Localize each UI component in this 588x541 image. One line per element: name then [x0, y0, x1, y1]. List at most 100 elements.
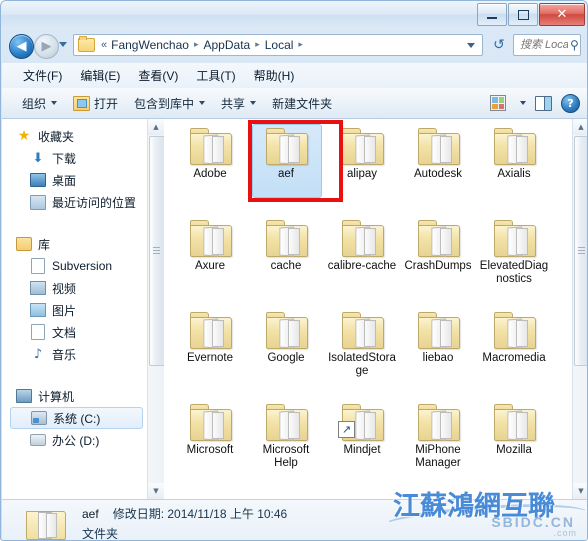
sidebar-item-pictures[interactable]: 图片 — [2, 299, 147, 321]
menu-tools[interactable]: 工具(T) — [187, 64, 244, 87]
file-item-label: calibre-cache — [327, 260, 397, 272]
file-item[interactable]: MiPhone Manager — [400, 399, 476, 491]
scrollbar-thumb[interactable] — [149, 136, 165, 366]
hard-drive-icon — [30, 432, 46, 448]
file-list-scrollbar[interactable]: ▲ ▼ — [572, 119, 587, 499]
sidebar-item-recent-places[interactable]: 最近访问的位置 — [2, 191, 147, 213]
breadcrumb-item-1[interactable]: AppData — [203, 38, 252, 52]
sidebar-label-downloads: 下载 — [52, 151, 77, 166]
breadcrumb-overflow-icon[interactable]: « — [98, 39, 110, 51]
file-item[interactable]: IsolatedStorage — [324, 307, 400, 399]
sidebar-item-favorites[interactable]: ★ 收藏夹 — [2, 125, 147, 147]
include-in-library-button[interactable]: 包含到库中 — [126, 91, 213, 116]
sidebar-item-drive-c[interactable]: 系统 (C:) — [10, 407, 143, 429]
forward-arrow-icon: ▶ — [41, 39, 52, 54]
new-folder-button[interactable]: 新建文件夹 — [264, 91, 340, 116]
sidebar-label-favorites: 收藏夹 — [38, 129, 75, 144]
sidebar-item-libraries[interactable]: 库 — [2, 233, 147, 255]
maximize-icon — [509, 4, 537, 25]
file-item-label: Microsoft — [186, 444, 234, 456]
file-item-label: Axialis — [497, 168, 531, 180]
sidebar-item-desktop[interactable]: 桌面 — [2, 169, 147, 191]
file-item[interactable]: Macromedia — [476, 307, 552, 399]
sidebar-item-documents[interactable]: 文档 — [2, 321, 147, 343]
window-controls: ✕ — [477, 3, 585, 26]
close-button[interactable]: ✕ — [539, 3, 585, 26]
recent-locations-dropdown[interactable] — [59, 42, 67, 47]
folder-icon — [188, 127, 232, 165]
file-item[interactable]: Google — [248, 307, 324, 399]
details-folder-icon — [24, 505, 66, 540]
preview-pane-icon[interactable] — [535, 95, 552, 111]
file-item[interactable]: Mozilla — [476, 399, 552, 491]
change-view-icon[interactable] — [490, 95, 506, 111]
back-button[interactable]: ◀ — [9, 34, 34, 59]
breadcrumb-separator-icon[interactable]: ▸ — [294, 40, 307, 50]
file-item[interactable]: ↗ Mindjet — [324, 399, 400, 491]
breadcrumb-item-0[interactable]: FangWenchao — [110, 38, 190, 52]
organize-label: 组织 — [22, 96, 47, 111]
file-item[interactable]: calibre-cache — [324, 215, 400, 307]
file-item[interactable]: Axialis — [476, 123, 552, 215]
menu-file[interactable]: 文件(F) — [14, 64, 71, 87]
breadcrumb-separator-icon[interactable]: ▸ — [251, 40, 264, 50]
forward-button[interactable]: ▶ — [34, 34, 59, 59]
scroll-down-arrow-icon[interactable]: ▼ — [573, 483, 587, 499]
sidebar-item-computer[interactable]: 计算机 — [2, 385, 147, 407]
sidebar-item-music[interactable]: ♪ 音乐 — [2, 343, 147, 365]
details-name: aef — [82, 507, 99, 521]
sidebar-label-pictures: 图片 — [52, 303, 77, 318]
menu-help[interactable]: 帮助(H) — [245, 64, 304, 87]
folder-icon — [492, 311, 536, 349]
search-input[interactable] — [518, 38, 570, 52]
file-item[interactable]: Microsoft Help — [248, 399, 324, 491]
address-dropdown-icon[interactable] — [467, 42, 475, 48]
search-box[interactable]: ⚲ — [513, 34, 581, 56]
breadcrumb: « FangWenchao ▸ AppData ▸ Local ▸ — [98, 38, 307, 52]
file-item-label: Evernote — [186, 352, 234, 364]
refresh-button[interactable]: ↺ — [488, 34, 510, 56]
file-item[interactable]: Axure — [172, 215, 248, 307]
sidebar-label-drive-d: 办公 (D:) — [52, 433, 100, 448]
open-button[interactable]: 打开 — [65, 91, 126, 116]
chevron-down-icon — [51, 101, 58, 105]
file-item[interactable]: cache — [248, 215, 324, 307]
sidebar-item-videos[interactable]: 视频 — [2, 277, 147, 299]
scroll-up-arrow-icon[interactable]: ▲ — [148, 119, 164, 135]
file-item[interactable]: aef — [248, 123, 324, 215]
scroll-up-arrow-icon[interactable]: ▲ — [573, 119, 587, 135]
navigation-pane-scrollbar[interactable]: ▲ ▼ — [147, 119, 165, 499]
breadcrumb-item-2[interactable]: Local — [264, 38, 295, 52]
details-text: aef 修改日期: 2014/11/18 上午 10:46 文件夹 — [82, 505, 287, 540]
folder-icon — [264, 219, 308, 257]
file-item[interactable]: Evernote — [172, 307, 248, 399]
organize-button[interactable]: 组织 — [14, 91, 65, 116]
menu-view[interactable]: 查看(V) — [129, 64, 187, 87]
file-item-label: MiPhone Manager — [415, 444, 461, 469]
file-item[interactable]: liebao — [400, 307, 476, 399]
file-item[interactable]: Microsoft — [172, 399, 248, 491]
download-icon: ⬇ — [32, 150, 44, 166]
maximize-button[interactable] — [508, 3, 538, 26]
new-folder-label: 新建文件夹 — [272, 96, 333, 111]
menu-edit[interactable]: 编辑(E) — [71, 64, 129, 87]
file-item[interactable]: ElevatedDiagnostics — [476, 215, 552, 307]
help-icon[interactable]: ? — [561, 93, 580, 113]
address-bar[interactable]: « FangWenchao ▸ AppData ▸ Local ▸ — [73, 34, 483, 56]
file-item[interactable]: CrashDumps — [400, 215, 476, 307]
sidebar-item-drive-d[interactable]: 办公 (D:) — [2, 429, 147, 451]
share-button[interactable]: 共享 — [213, 91, 264, 116]
scrollbar-thumb[interactable] — [574, 136, 587, 366]
minimize-button[interactable] — [477, 3, 507, 26]
file-item[interactable]: Autodesk — [400, 123, 476, 215]
sidebar-item-subversion[interactable]: Subversion — [2, 255, 147, 277]
breadcrumb-separator-icon[interactable]: ▸ — [190, 40, 203, 50]
file-list-pane[interactable]: Adobe aef alipay Autodesk Axialis Axure cache c… — [164, 119, 572, 499]
scroll-down-arrow-icon[interactable]: ▼ — [148, 483, 164, 499]
view-dropdown-icon[interactable] — [520, 101, 526, 105]
sidebar-item-downloads[interactable]: ⬇ 下载 — [2, 147, 147, 169]
file-item[interactable]: alipay — [324, 123, 400, 215]
file-item[interactable]: Adobe — [172, 123, 248, 215]
refresh-icon: ↺ — [493, 37, 505, 53]
file-item-label: Autodesk — [414, 168, 462, 180]
